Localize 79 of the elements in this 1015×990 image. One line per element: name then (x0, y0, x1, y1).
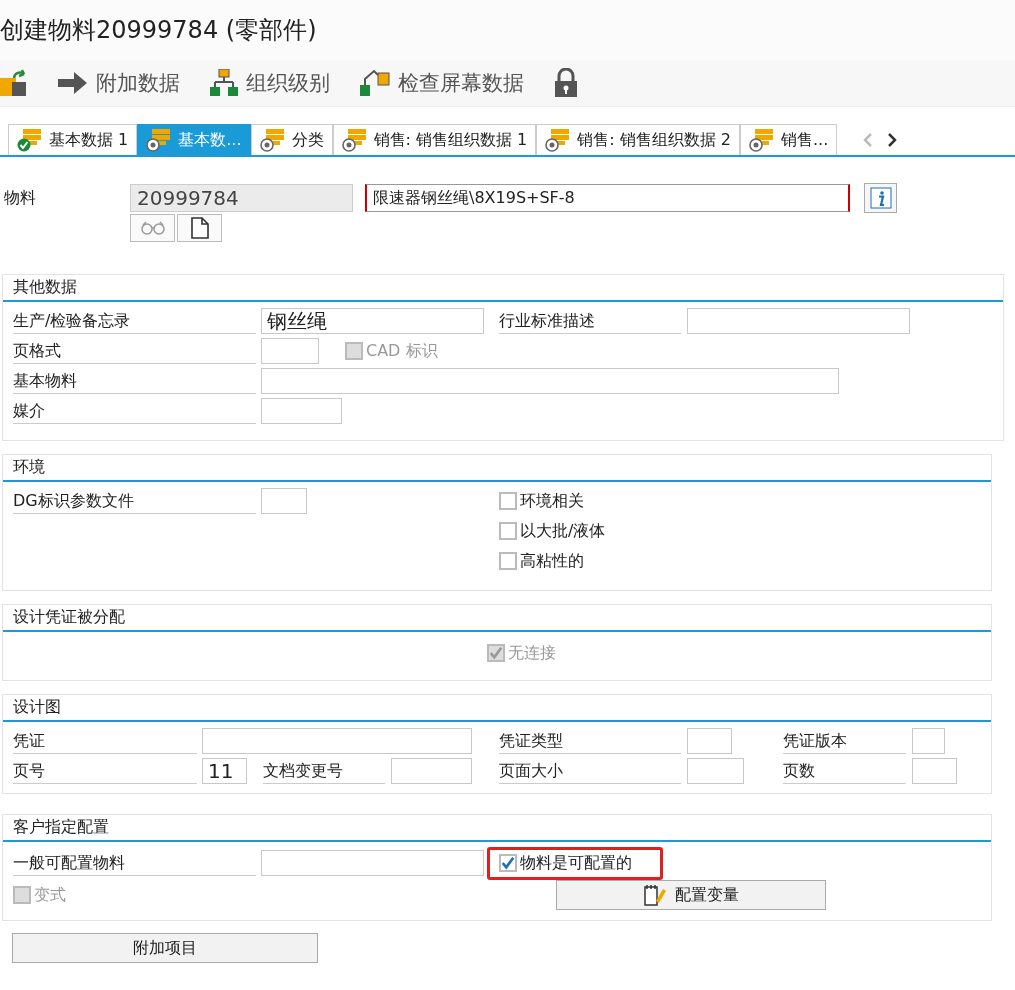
field-label: 生产/检验备忘录 (13, 308, 256, 334)
toolbar-button[interactable]: 检查屏幕数据 (360, 69, 524, 97)
field-label: 页面大小 (499, 758, 681, 784)
input-field[interactable]: 钢丝绳 (261, 308, 484, 334)
notepad-pencil-icon (643, 884, 667, 906)
input-field[interactable] (261, 368, 839, 394)
additional-items-button[interactable]: 附加项目 (12, 933, 318, 963)
tab[interactable]: 分类 (250, 124, 333, 155)
document-arrow-icon (0, 68, 28, 98)
glasses-icon (140, 221, 165, 235)
input-field[interactable]: 11 (202, 758, 247, 784)
field-label: 凭证 (13, 728, 197, 754)
field-label: 媒介 (13, 398, 256, 424)
section-title: 设计图 (13, 697, 61, 718)
field-label: 页号 (13, 758, 197, 784)
checkbox[interactable] (499, 552, 517, 570)
input-field[interactable] (912, 728, 945, 754)
stack-ring-icon (749, 128, 776, 152)
input-field[interactable] (261, 398, 342, 424)
input-field[interactable] (261, 488, 307, 514)
checkbox-label: 环境相关 (520, 490, 584, 512)
checkbox-label: 无连接 (508, 642, 556, 664)
checkbox-label: 以大批/液体 (520, 520, 606, 542)
field-label: 凭证类型 (499, 728, 681, 754)
checkbox-label: 物料是可配置的 (520, 852, 632, 874)
field-label: 物料 (3, 187, 37, 209)
toolbar-button[interactable] (554, 68, 578, 98)
checkbox[interactable] (499, 522, 517, 540)
stack-ring-icon (146, 128, 173, 152)
tab[interactable]: 销售... (740, 124, 838, 155)
field-label: 页格式 (13, 338, 256, 364)
input-field[interactable] (202, 728, 472, 754)
input-field[interactable] (261, 850, 484, 876)
stack-ring-icon (341, 128, 368, 152)
toolbar-button[interactable]: 组织级别 (210, 69, 330, 97)
tab[interactable]: 销售: 销售组织数据 1 (332, 124, 537, 155)
input-field[interactable] (261, 338, 319, 364)
configure-variant-button[interactable]: 配置变量 (556, 880, 826, 910)
tab[interactable]: 销售: 销售组织数据 2 (536, 124, 741, 155)
section-title: 设计凭证被分配 (13, 607, 125, 628)
window-title: 创建物料20999784 (零部件) (0, 15, 317, 46)
section-title: 客户指定配置 (13, 817, 109, 838)
toolbar-button[interactable] (0, 68, 28, 98)
input-field[interactable] (391, 758, 472, 784)
input-field[interactable] (687, 308, 910, 334)
checkbox-label: 高粘性的 (520, 550, 584, 572)
input-field[interactable] (687, 728, 732, 754)
input-field[interactable] (912, 758, 957, 784)
material-number-field: 20999784 (130, 184, 353, 212)
checkbox-label: 变式 (34, 884, 66, 906)
input-field[interactable] (687, 758, 744, 784)
field-label: 一般可配置物料 (13, 850, 256, 876)
info-button[interactable] (864, 183, 897, 213)
toolbar-button[interactable]: 附加数据 (58, 69, 180, 97)
checkbox[interactable] (499, 492, 517, 510)
field-label: 基本物料 (13, 368, 256, 394)
field-label: 行业标准描述 (499, 308, 681, 334)
input-field[interactable]: 限速器钢丝绳\8X19S+SF-8 (365, 184, 850, 212)
field-label: 页数 (783, 758, 906, 784)
info-icon (869, 187, 892, 209)
lock-icon (554, 68, 578, 98)
stack-check-icon (17, 128, 43, 152)
stack-ring-icon (259, 128, 286, 152)
checkbox[interactable] (499, 854, 517, 872)
screen-check-icon (360, 69, 390, 97)
document-button[interactable] (177, 214, 222, 242)
stack-ring-icon (545, 128, 572, 152)
field-label: 文档变更号 (263, 758, 385, 784)
field-label: DG标识参数文件 (13, 488, 256, 514)
document-icon (190, 217, 209, 239)
chevron-left-icon[interactable] (863, 132, 874, 147)
hierarchy-icon (210, 69, 238, 97)
section-title: 其他数据 (13, 277, 77, 298)
tab[interactable]: 基本数据 1 (8, 124, 138, 155)
chevron-right-icon[interactable] (887, 132, 898, 147)
section-title: 环境 (13, 457, 45, 478)
checkbox-label: CAD 标识 (366, 340, 438, 362)
field-label: 凭证版本 (783, 728, 906, 754)
arrow-right-icon (58, 71, 88, 95)
